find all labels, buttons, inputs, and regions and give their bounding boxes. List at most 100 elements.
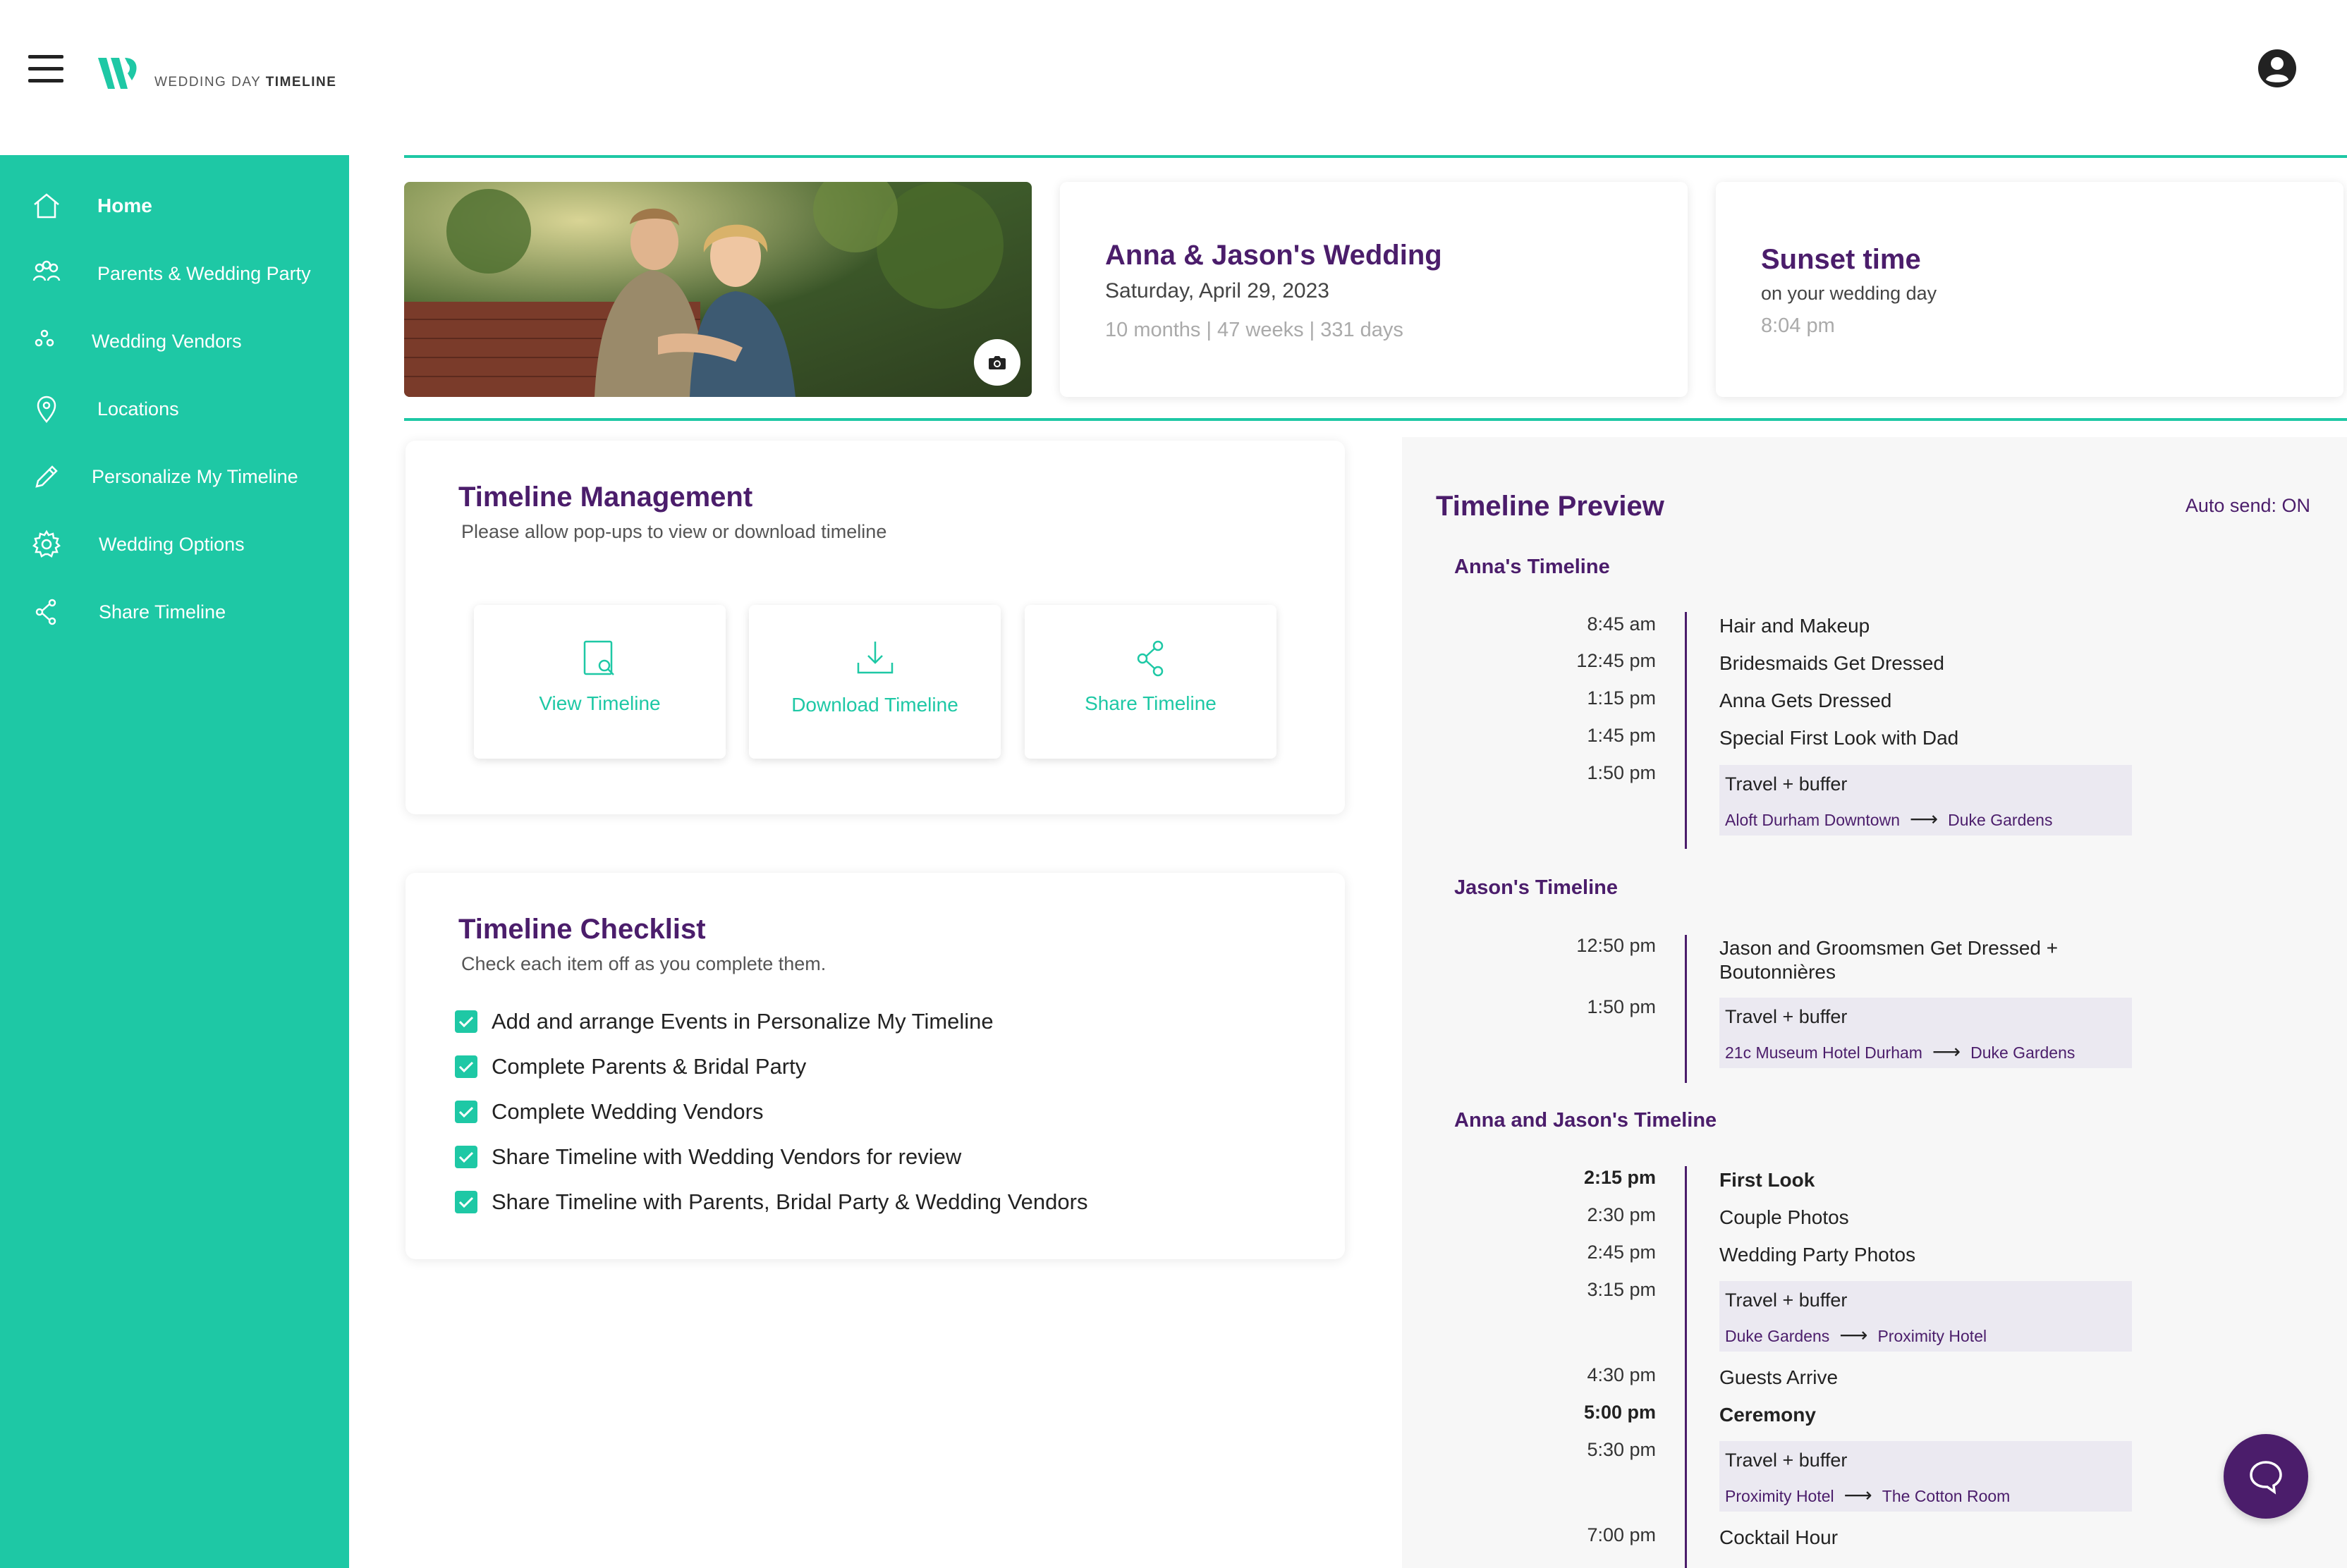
wedding-date: Saturday, April 29, 2023 <box>1105 279 1329 302</box>
timeline-management-subtitle: Please allow pop-ups to view or download… <box>461 521 887 542</box>
user-profile-icon[interactable] <box>2257 48 2298 89</box>
sidebar-item-label: Home <box>97 195 152 216</box>
timeline-line <box>1685 612 1687 849</box>
checklist-item-label: Complete Wedding Vendors <box>492 1099 764 1124</box>
download-icon <box>857 642 893 674</box>
event-time: 12:45 pm <box>1576 650 1656 671</box>
event-name: Anna Gets Dressed <box>1719 690 1892 711</box>
checklist-item-label: Share Timeline with Wedding Vendors for … <box>492 1144 962 1169</box>
share-timeline-label: Share Timeline <box>1085 692 1217 714</box>
checklist-item[interactable]: Complete Parents & Bridal Party <box>455 1053 806 1081</box>
checkbox-checked[interactable] <box>455 1101 477 1123</box>
sidebar-item-label: Wedding Vendors <box>92 330 242 352</box>
sidebar-item-parents-wedding-party[interactable]: Parents & Wedding Party <box>0 245 349 302</box>
travel-from: Aloft Durham Downtown <box>1725 811 1900 829</box>
event-time: 2:30 pm <box>1587 1204 1656 1225</box>
app-logo[interactable]: WEDDING DAY TIMELINE <box>95 45 336 94</box>
event-name: Jason and Groomsmen Get Dressed + <box>1719 937 2059 959</box>
travel-from: Proximity Hotel <box>1725 1487 1834 1505</box>
event-time: 2:15 pm <box>1583 1167 1656 1188</box>
view-timeline-button[interactable]: View Timeline <box>474 605 726 759</box>
share-timeline-button[interactable]: Share Timeline <box>1025 605 1276 759</box>
wedding-title: Anna & Jason's Wedding <box>1105 240 1442 271</box>
timeline-line <box>1685 1166 1687 1568</box>
checklist-item-label: Share Timeline with Parents, Bridal Part… <box>492 1189 1088 1214</box>
timeline-checklist-title: Timeline Checklist <box>458 914 706 945</box>
timeline-preview-panel: Timeline Preview Auto send: ON Anna's Ti… <box>1402 437 2347 1568</box>
checkmark-icon <box>458 1061 474 1073</box>
travel-buffer-block: Travel + buffer Proximity Hotel ⟶ The Cott… <box>1719 1441 2132 1512</box>
travel-title: Travel + buffer <box>1725 1290 1848 1311</box>
event-time: 1:50 pm <box>1587 762 1656 783</box>
checkmark-icon <box>458 1151 474 1163</box>
checkbox-checked[interactable] <box>455 1191 477 1213</box>
checkbox-checked[interactable] <box>455 1055 477 1078</box>
travel-title: Travel + buffer <box>1725 1450 1848 1471</box>
sunset-card: Sunset time on your wedding day 8:04 pm <box>1716 182 2343 397</box>
sunset-time-value: 8:04 pm <box>1761 314 1835 337</box>
event-name-continued: Boutonnières <box>1719 961 1836 983</box>
event-time: 3:15 pm <box>1587 1279 1656 1300</box>
event-name: Bridesmaids Get Dressed <box>1719 652 1945 674</box>
logo-text: WEDDING DAY TIMELINE <box>154 75 337 90</box>
event-time: 5:00 pm <box>1583 1402 1656 1423</box>
auto-send-status[interactable]: Auto send: ON <box>2186 495 2310 517</box>
travel-title: Travel + buffer <box>1725 1006 1848 1027</box>
travel-route: Aloft Durham Downtown ⟶ Duke Gardens <box>1725 807 2052 831</box>
arrow-right-icon: ⟶ <box>1932 1041 1961 1062</box>
hamburger-menu-icon[interactable] <box>28 55 63 83</box>
travel-route: 21c Museum Hotel Durham ⟶ Duke Gardens <box>1725 1040 2075 1063</box>
checklist-item[interactable]: Share Timeline with Wedding Vendors for … <box>455 1143 961 1171</box>
view-timeline-label: View Timeline <box>539 692 661 714</box>
sidebar-item-share-timeline[interactable]: Share Timeline <box>0 584 349 640</box>
checklist-item[interactable]: Share Timeline with Parents, Bridal Part… <box>455 1188 1087 1216</box>
event-name: Ceremony <box>1719 1404 1816 1426</box>
checkmark-icon <box>458 1016 474 1028</box>
timeline-management-title: Timeline Management <box>458 482 753 513</box>
sidebar-item-home[interactable]: Home <box>0 178 349 234</box>
download-timeline-button[interactable]: Download Timeline <box>749 605 1001 759</box>
change-photo-button[interactable] <box>974 339 1020 386</box>
sidebar: Home Parents & Wedding Party Wedding Ven… <box>0 155 349 1568</box>
sidebar-item-label: Locations <box>97 398 179 419</box>
sidebar-item-wedding-options[interactable]: Wedding Options <box>0 516 349 572</box>
sidebar-item-label: Personalize My Timeline <box>92 465 298 487</box>
event-name: Cocktail Hour <box>1719 1526 1839 1548</box>
pencil-icon <box>35 465 58 488</box>
section-divider <box>404 418 2347 421</box>
travel-from: 21c Museum Hotel Durham <box>1725 1043 1922 1062</box>
event-time: 4:30 pm <box>1587 1364 1656 1385</box>
event-time: 8:45 am <box>1587 613 1656 635</box>
location-pin-icon <box>37 396 56 423</box>
chat-support-button[interactable] <box>2224 1434 2308 1519</box>
travel-to: Duke Gardens <box>1948 811 2053 829</box>
checkmark-icon <box>458 1106 474 1118</box>
sidebar-item-personalize-timeline[interactable]: Personalize My Timeline <box>0 448 349 505</box>
sidebar-item-locations[interactable]: Locations <box>0 381 349 437</box>
checklist-item-label: Complete Parents & Bridal Party <box>492 1054 807 1079</box>
sidebar-item-wedding-vendors[interactable]: Wedding Vendors <box>0 313 349 369</box>
sidebar-item-label: Wedding Options <box>99 533 245 555</box>
event-name: Wedding Party Photos <box>1719 1244 1916 1266</box>
checkbox-checked[interactable] <box>455 1010 477 1033</box>
chat-bubble-icon <box>2250 1461 2282 1495</box>
sidebar-item-label: Share Timeline <box>99 601 226 623</box>
checkbox-checked[interactable] <box>455 1146 477 1168</box>
event-name: Special First Look with Dad <box>1719 727 1959 749</box>
event-name: First Look <box>1719 1169 1815 1191</box>
timeline-checklist-subtitle: Check each item off as you complete them… <box>461 953 827 974</box>
jasons-timeline-heading: Jason's Timeline <box>1454 876 1618 899</box>
event-time: 12:50 pm <box>1576 935 1656 956</box>
share-icon <box>35 599 56 625</box>
event-name: Guests Arrive <box>1719 1366 1839 1388</box>
travel-route: Duke Gardens ⟶ Proximity Hotel <box>1725 1323 1987 1347</box>
checklist-item[interactable]: Add and arrange Events in Personalize My… <box>455 1007 994 1036</box>
travel-title: Travel + buffer <box>1725 773 1848 795</box>
checklist-item[interactable]: Complete Wedding Vendors <box>455 1098 763 1126</box>
event-time: 1:45 pm <box>1587 725 1656 746</box>
wedding-countdown: 10 months | 47 weeks | 331 days <box>1105 319 1403 341</box>
travel-to: The Cotton Room <box>1882 1487 2011 1505</box>
sidebar-item-label: Parents & Wedding Party <box>97 262 311 284</box>
view-document-icon <box>583 640 614 675</box>
checklist-item-label: Add and arrange Events in Personalize My… <box>492 1009 994 1034</box>
